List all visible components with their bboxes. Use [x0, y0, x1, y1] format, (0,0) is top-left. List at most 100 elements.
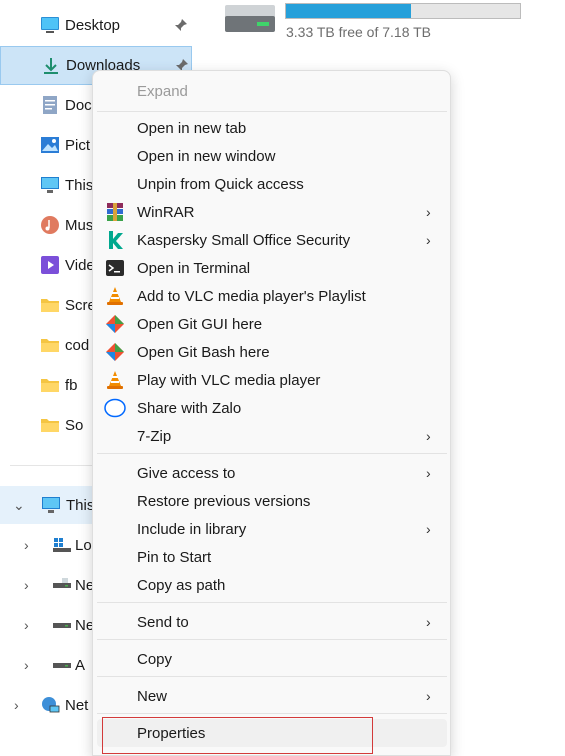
chevron-right-icon: ›	[426, 614, 431, 630]
nav-item-label: A	[75, 656, 86, 674]
menu-item-vlc-play[interactable]: Play with VLC media player	[97, 366, 447, 394]
chevron-right-icon: ›	[426, 465, 431, 481]
nav-item-label: Lo	[75, 536, 92, 554]
menu-item-expand: Expand	[97, 77, 447, 105]
menu-item-unpin-quick-access[interactable]: Unpin from Quick access	[97, 170, 447, 198]
zalo-icon	[104, 397, 126, 419]
menu-item-vlc-playlist[interactable]: Add to VLC media player's Playlist	[97, 282, 447, 310]
desktop-icon	[40, 15, 60, 35]
menu-item-label: Unpin from Quick access	[137, 175, 304, 193]
annotation-highlight-box	[102, 717, 373, 754]
network-drive-icon	[52, 575, 72, 595]
menu-item-label: Add to VLC media player's Playlist	[137, 287, 366, 305]
menu-item-copy[interactable]: Copy	[97, 645, 447, 673]
vlc-icon	[104, 285, 126, 307]
menu-item-open-terminal[interactable]: Open in Terminal	[97, 254, 447, 282]
menu-item-give-access[interactable]: Give access to ›	[97, 459, 447, 487]
kaspersky-icon	[104, 229, 126, 251]
nav-item-label: This	[66, 496, 95, 514]
drive-usage-bar	[285, 3, 521, 19]
menu-item-pin-start[interactable]: Pin to Start	[97, 543, 447, 571]
hard-drive-icon	[223, 2, 279, 36]
pictures-icon	[40, 135, 60, 155]
menu-item-label: New	[137, 687, 168, 705]
pin-icon[interactable]	[174, 18, 188, 32]
menu-item-label: Copy as path	[137, 576, 226, 594]
folder-icon	[40, 335, 60, 355]
menu-item-label: Send to	[137, 613, 189, 631]
git-icon	[104, 313, 126, 335]
chevron-right-icon[interactable]: ›	[14, 697, 19, 713]
chevron-right-icon: ›	[426, 428, 431, 444]
menu-item-label: Restore previous versions	[137, 492, 311, 510]
download-icon	[41, 56, 61, 76]
chevron-right-icon: ›	[426, 688, 431, 704]
menu-item-label: Open in new window	[137, 147, 276, 165]
drive-free-space: 3.33 TB free of 7.18 TB	[286, 24, 432, 40]
nav-item-label: Pict	[65, 136, 91, 154]
local-disk-icon	[52, 535, 72, 555]
chevron-right-icon[interactable]: ›	[24, 537, 29, 553]
chevron-right-icon[interactable]: ›	[24, 577, 29, 593]
nav-item-label: Doc	[65, 96, 92, 114]
menu-separator	[97, 453, 447, 454]
context-menu: Expand Open in new tab Open in new windo…	[92, 70, 451, 756]
videos-icon	[40, 255, 60, 275]
menu-separator	[97, 602, 447, 603]
nav-item-label: Mus	[65, 216, 94, 234]
menu-item-winrar[interactable]: WinRAR ›	[97, 198, 447, 226]
network-drive-icon	[52, 615, 72, 635]
menu-item-7zip[interactable]: 7-Zip ›	[97, 422, 447, 450]
menu-item-git-bash[interactable]: Open Git Bash here	[97, 338, 447, 366]
menu-item-send-to[interactable]: Send to ›	[97, 608, 447, 636]
menu-separator	[97, 676, 447, 677]
menu-item-open-new-tab[interactable]: Open in new tab	[97, 114, 447, 142]
menu-item-label: Open Git Bash here	[137, 343, 270, 361]
vlc-icon	[104, 369, 126, 391]
monitor-icon	[41, 495, 61, 515]
folder-icon	[40, 415, 60, 435]
chevron-right-icon: ›	[426, 204, 431, 220]
chevron-right-icon: ›	[426, 232, 431, 248]
menu-item-label: Copy	[137, 650, 173, 668]
network-drive-icon	[52, 655, 72, 675]
menu-separator	[97, 713, 447, 714]
menu-item-label: Share with Zalo	[137, 399, 242, 417]
menu-item-copy-path[interactable]: Copy as path	[97, 571, 447, 599]
nav-item-label: fb	[65, 376, 78, 394]
menu-item-label: Open Git GUI here	[137, 315, 263, 333]
menu-item-share-zalo[interactable]: Share with Zalo	[97, 394, 447, 422]
folder-icon	[40, 375, 60, 395]
menu-item-include-library[interactable]: Include in library ›	[97, 515, 447, 543]
menu-item-label: WinRAR	[137, 203, 195, 221]
menu-item-kaspersky[interactable]: Kaspersky Small Office Security ›	[97, 226, 447, 254]
menu-item-new[interactable]: New ›	[97, 682, 447, 710]
nav-item-label: Desktop	[65, 16, 121, 34]
chevron-right-icon: ›	[426, 521, 431, 537]
nav-item-desktop[interactable]: Desktop	[0, 7, 192, 43]
music-icon	[40, 215, 60, 235]
git-icon	[104, 341, 126, 363]
menu-item-restore-versions[interactable]: Restore previous versions	[97, 487, 447, 515]
nav-item-label: So	[65, 416, 84, 434]
nav-item-label: This	[65, 176, 94, 194]
menu-item-label: Give access to	[137, 464, 236, 482]
menu-separator	[97, 111, 447, 112]
menu-item-label: Open in Terminal	[137, 259, 251, 277]
menu-item-label: Kaspersky Small Office Security	[137, 231, 351, 249]
menu-item-label: Expand	[137, 82, 188, 100]
chevron-right-icon[interactable]: ›	[24, 617, 29, 633]
menu-item-open-new-window[interactable]: Open in new window	[97, 142, 447, 170]
documents-icon	[40, 95, 60, 115]
folder-icon	[40, 295, 60, 315]
nav-item-label: Vide	[65, 256, 95, 274]
nav-item-label: Net	[65, 696, 89, 714]
menu-item-label: Play with VLC media player	[137, 371, 321, 389]
menu-item-label: 7-Zip	[137, 427, 172, 445]
chevron-down-icon[interactable]: ⌄	[13, 497, 25, 514]
menu-item-label: Include in library	[137, 520, 247, 538]
winrar-icon	[104, 201, 126, 223]
menu-item-git-gui[interactable]: Open Git GUI here	[97, 310, 447, 338]
menu-item-label: Pin to Start	[137, 548, 212, 566]
chevron-right-icon[interactable]: ›	[24, 657, 29, 673]
